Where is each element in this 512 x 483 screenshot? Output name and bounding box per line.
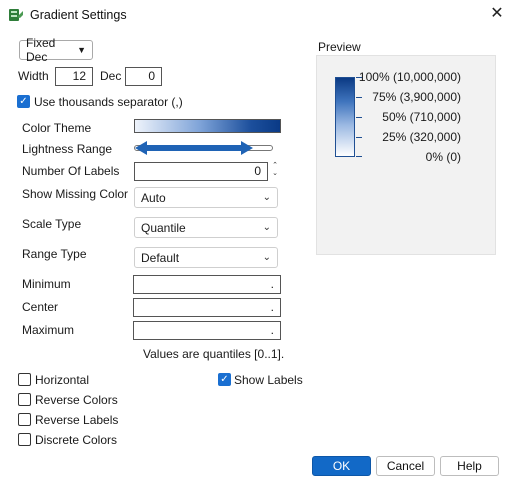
- chevron-down-icon: ⌄: [262, 192, 271, 203]
- legend-tick: [356, 137, 362, 138]
- number-of-labels-field[interactable]: 0: [134, 162, 268, 181]
- discrete-colors-checkbox[interactable]: [18, 433, 31, 446]
- dec-label: Dec: [100, 69, 122, 83]
- format-dropdown-label: Fixed Dec: [26, 36, 56, 64]
- chevron-down-icon: ⌄: [262, 252, 271, 263]
- preview-title: Preview: [318, 40, 361, 54]
- minimum-label: Minimum: [22, 277, 71, 291]
- center-label: Center: [22, 300, 59, 314]
- lightness-range-handle[interactable]: [135, 140, 253, 159]
- reverse-labels-label: Reverse Labels: [35, 413, 119, 427]
- width-field[interactable]: 12: [55, 67, 93, 86]
- chevron-down-icon: ⌄: [262, 222, 271, 233]
- range-type-label: Range Type: [22, 247, 87, 261]
- show-missing-color-value: Auto: [141, 190, 166, 205]
- center-field[interactable]: .: [133, 298, 281, 317]
- legend-label: 75% (3,900,000): [372, 90, 461, 104]
- spin-down-icon[interactable]: ⌄: [270, 170, 280, 178]
- quantile-hint: Values are quantiles [0..1].: [143, 347, 285, 361]
- color-theme-swatch[interactable]: [134, 119, 281, 133]
- window-title: Gradient Settings: [30, 8, 127, 22]
- maximum-label: Maximum: [22, 323, 75, 337]
- minimum-field[interactable]: .: [133, 275, 281, 294]
- maximum-field[interactable]: .: [133, 321, 281, 340]
- show-labels-checkbox[interactable]: ✓: [218, 373, 231, 386]
- scale-type-label: Scale Type: [22, 217, 82, 231]
- reverse-labels-checkbox[interactable]: [18, 413, 31, 426]
- show-labels-label: Show Labels: [234, 373, 303, 387]
- legend-color-bar: [335, 77, 355, 157]
- show-missing-color-select[interactable]: Auto ⌄: [134, 187, 278, 208]
- scale-type-select[interactable]: Quantile ⌄: [134, 217, 278, 238]
- lightness-range-label: Lightness Range: [22, 142, 113, 156]
- legend-label: 0% (0): [425, 150, 461, 164]
- horizontal-label: Horizontal: [35, 373, 90, 387]
- legend-tick: [356, 117, 362, 118]
- scale-type-value: Quantile: [141, 220, 186, 235]
- cancel-button[interactable]: Cancel: [376, 456, 435, 476]
- legend-tick: [356, 156, 362, 157]
- horizontal-checkbox[interactable]: [18, 373, 31, 386]
- discrete-colors-label: Discrete Colors: [35, 433, 118, 447]
- format-dropdown[interactable]: Fixed Dec ▼: [19, 36, 93, 64]
- range-type-select[interactable]: Default ⌄: [134, 247, 278, 268]
- reverse-colors-checkbox[interactable]: [18, 393, 31, 406]
- number-of-labels-label: Number Of Labels: [22, 164, 120, 178]
- legend-label: 100% (10,000,000): [358, 70, 461, 84]
- legend-tick: [356, 97, 362, 98]
- triangle-down-icon: ▼: [77, 45, 86, 55]
- close-icon[interactable]: ✕: [487, 4, 507, 24]
- legend-label: 25% (320,000): [382, 130, 461, 144]
- reverse-colors-label: Reverse Colors: [35, 393, 118, 407]
- width-label: Width: [18, 69, 49, 83]
- dec-field[interactable]: 0: [125, 67, 162, 86]
- ok-button[interactable]: OK: [312, 456, 371, 476]
- gradient-app-icon: [8, 7, 24, 23]
- show-missing-color-label: Show Missing Color: [22, 187, 129, 201]
- thousands-separator-label: Use thousands separator (,): [34, 95, 183, 109]
- range-type-value: Default: [141, 250, 180, 265]
- thousands-separator-checkbox[interactable]: ✓: [17, 95, 30, 108]
- number-of-labels-spinner[interactable]: ⌃ ⌄: [270, 162, 280, 180]
- legend-label: 50% (710,000): [382, 110, 461, 124]
- help-button[interactable]: Help: [440, 456, 499, 476]
- spin-up-icon[interactable]: ⌃: [270, 162, 280, 170]
- color-theme-label: Color Theme: [22, 121, 92, 135]
